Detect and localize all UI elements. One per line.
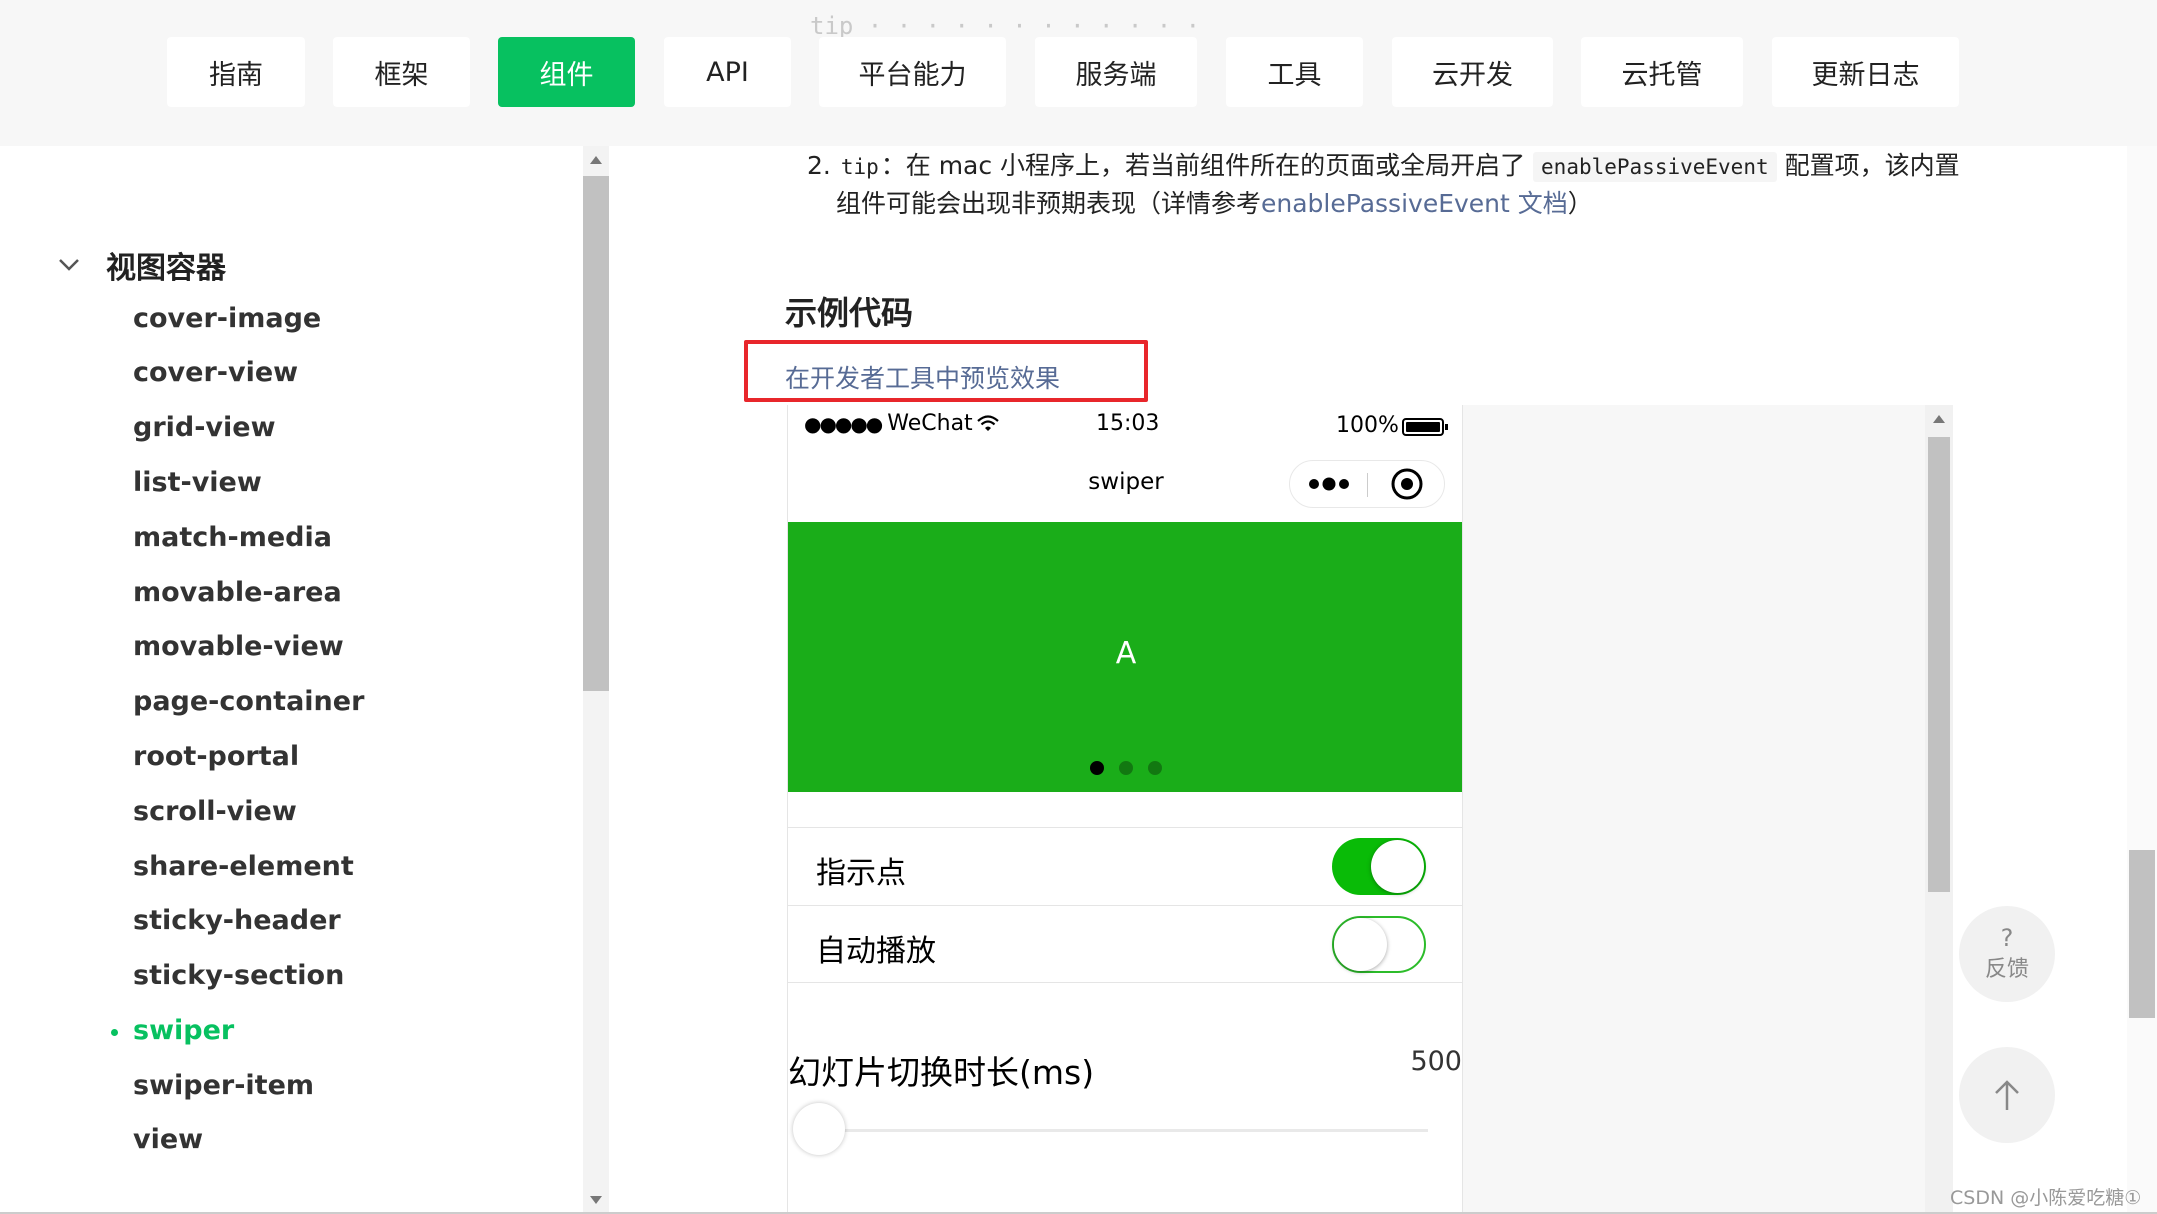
swiper-dot[interactable] (1090, 761, 1104, 775)
sidebar-item-swiper[interactable]: swiper (111, 1015, 235, 1046)
sidebar-item-cover-image[interactable]: cover-image (133, 303, 321, 334)
close-target-icon[interactable] (1390, 467, 1424, 501)
preview-in-devtools-link[interactable]: 在开发者工具中预览效果 (785, 359, 1060, 395)
chevron-down-icon (59, 259, 79, 271)
sidebar-item-view[interactable]: view (133, 1124, 203, 1155)
sidebar-scrollbar[interactable] (583, 146, 609, 1214)
status-bar: ●●●●● WeChat 15:03 100% (788, 405, 1462, 449)
tip-tag: tip (840, 155, 879, 179)
sidebar-scrollbar-thumb[interactable] (583, 176, 609, 691)
phone-screen: ●●●●● WeChat 15:03 100% swiper A 指示点 自动播… (787, 405, 1463, 1214)
tip-line2-end: ） (1567, 189, 1593, 218)
nav-tab-server[interactable]: 服务端 (1035, 37, 1197, 107)
tip-number: 2. (807, 151, 831, 180)
slide-label: A (1115, 635, 1137, 671)
nav-tab-guide[interactable]: 指南 (167, 37, 305, 107)
nav-tab-components[interactable]: 组件 (498, 37, 635, 107)
sidebar-item-list-view[interactable]: list-view (133, 467, 262, 498)
scroll-down-arrow-icon[interactable] (590, 1196, 602, 1204)
feedback-label: 反馈 (1984, 957, 2029, 982)
tip-text: ：在 mac 小程序上，若当前组件所在的页面或全局开启了 (880, 151, 1526, 180)
sidebar-item-scroll-view[interactable]: scroll-view (133, 796, 297, 827)
sidebar-item-match-media[interactable]: match-media (133, 522, 332, 553)
example-code-heading: 示例代码 (785, 294, 914, 332)
battery-icon (1402, 418, 1448, 436)
nav-tab-framework[interactable]: 框架 (333, 37, 470, 107)
slider-track[interactable] (818, 1129, 1428, 1132)
swiper-dot[interactable] (1148, 761, 1162, 775)
page-scrollbar-thumb[interactable] (2129, 850, 2155, 1018)
feedback-button[interactable]: ? 反馈 (1959, 906, 2055, 1002)
scroll-up-arrow-icon[interactable] (590, 156, 602, 164)
nav-tab-platform[interactable]: 平台能力 (819, 37, 1006, 107)
switch-row-indicator-dots: 指示点 (788, 827, 1462, 905)
switch-label: 自动播放 (816, 934, 936, 969)
nav-tab-cloud-dev[interactable]: 云开发 (1392, 37, 1553, 107)
sidebar-item-share-element[interactable]: share-element (133, 851, 354, 882)
signal-dots-icon: ●●●●● (804, 411, 883, 436)
tip-line-2: 组件可能会出现非预期表现（详情参考enablePassiveEvent 文档） (836, 184, 1593, 220)
sidebar-item-swiper-item[interactable]: swiper-item (133, 1070, 314, 1101)
faded-tip-text: tip · · · · · · · · · · · · (810, 12, 1201, 40)
nav-tab-api[interactable]: API (664, 37, 791, 107)
nav-tab-tools[interactable]: 工具 (1226, 37, 1363, 107)
autoplay-switch[interactable] (1332, 916, 1426, 973)
nav-tab-cloud-hosting[interactable]: 云托管 (1581, 37, 1743, 107)
indicator-dots-switch[interactable] (1332, 838, 1426, 895)
switch-knob (1371, 840, 1424, 893)
swiper-dot[interactable] (1119, 761, 1133, 775)
battery-percent: 100% (1336, 413, 1399, 438)
sidebar-item-movable-area[interactable]: movable-area (133, 577, 342, 608)
active-indicator-dot (111, 1029, 118, 1036)
enable-passive-event-doc-link[interactable]: enablePassiveEvent 文档 (1261, 189, 1568, 218)
slider-value: 500 (1410, 1046, 1462, 1077)
tip-line-1: 2. tip：在 mac 小程序上，若当前组件所在的页面或全局开启了 enabl… (807, 146, 1960, 182)
watermark: CSDN @小陈爱吃糖① (1950, 1187, 2142, 1209)
scroll-up-arrow-icon[interactable] (1933, 415, 1945, 423)
sidebar-item-movable-view[interactable]: movable-view (133, 631, 344, 662)
tip-line2-text: 组件可能会出现非预期表现（详情参考 (836, 189, 1262, 218)
sidebar: 视图容器 cover-image cover-view grid-view li… (0, 146, 585, 1214)
carrier-name: WeChat (887, 411, 973, 436)
sidebar-item-label: swiper (133, 1015, 235, 1046)
sidebar-category-view-container[interactable]: 视图容器 (58, 243, 226, 287)
top-navigation: tip · · · · · · · · · · · · 指南 框架 组件 API… (0, 0, 2157, 146)
swiper[interactable]: A (788, 522, 1462, 792)
page-scrollbar[interactable] (2127, 0, 2157, 1214)
switch-row-autoplay: 自动播放 (788, 905, 1462, 983)
preview-scrollbar-thumb[interactable] (1928, 437, 1950, 892)
mini-program-navbar: swiper (788, 449, 1462, 519)
capsule-divider (1367, 473, 1368, 497)
switch-label: 指示点 (816, 856, 906, 891)
tip-code: enablePassiveEvent (1533, 152, 1777, 182)
status-time: 15:03 (1096, 411, 1160, 436)
phone-preview-frame: ●●●●● WeChat 15:03 100% swiper A 指示点 自动播… (787, 405, 1953, 1214)
question-icon: ? (2000, 924, 2014, 952)
sidebar-category-label: 视图容器 (106, 251, 226, 286)
back-to-top-button[interactable] (1959, 1047, 2055, 1143)
nav-tab-changelog[interactable]: 更新日志 (1772, 37, 1959, 107)
sidebar-item-page-container[interactable]: page-container (133, 686, 364, 717)
capsule-menu (1289, 460, 1445, 508)
slider-handle[interactable] (793, 1103, 845, 1155)
sidebar-item-grid-view[interactable]: grid-view (133, 412, 276, 443)
more-dots-icon[interactable] (1308, 476, 1352, 492)
tip-text-after: 配置项，该内置 (1784, 151, 1960, 180)
sidebar-item-sticky-header[interactable]: sticky-header (133, 905, 341, 936)
sidebar-item-sticky-section[interactable]: sticky-section (133, 960, 344, 991)
wifi-icon (976, 414, 999, 431)
arrow-up-icon (1995, 1080, 2019, 1110)
switch-knob (1334, 918, 1387, 971)
swiper-indicator-dots (788, 761, 1462, 775)
slider-label: 幻灯片切换时长(ms) (788, 1053, 1095, 1092)
sidebar-item-root-portal[interactable]: root-portal (133, 741, 299, 772)
carrier: ●●●●● WeChat (804, 411, 999, 436)
sidebar-item-cover-view[interactable]: cover-view (133, 357, 298, 388)
preview-scrollbar[interactable] (1925, 405, 1953, 1214)
